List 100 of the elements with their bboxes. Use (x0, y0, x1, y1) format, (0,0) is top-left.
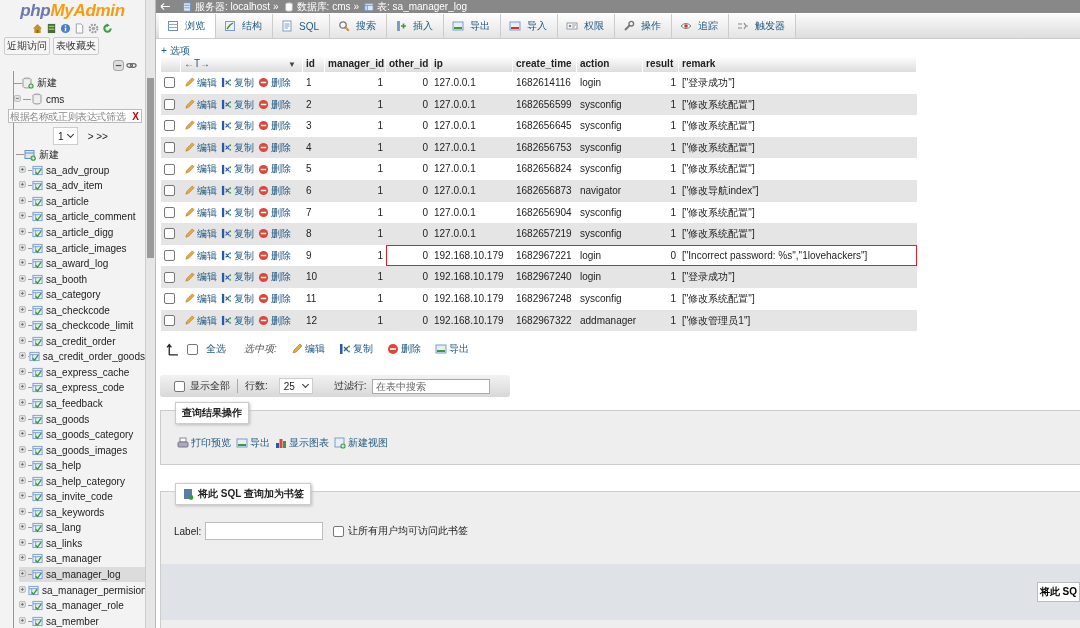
tree-item[interactable]: sa_article_digg (46, 227, 114, 238)
scrollbar[interactable] (145, 0, 156, 628)
table-icon[interactable] (32, 382, 43, 394)
action-link[interactable]: 复制 (234, 179, 254, 202)
tab[interactable]: 浏览 (159, 14, 216, 38)
table-icon[interactable] (32, 522, 43, 534)
pencil-icon[interactable] (184, 142, 195, 154)
tree-item[interactable]: sa_manager (46, 553, 102, 565)
delete-icon[interactable] (258, 293, 269, 305)
row-checkbox[interactable] (164, 314, 175, 326)
tree-item[interactable]: sa_credit_order_goods (42, 351, 145, 363)
row-checkbox[interactable] (164, 120, 175, 132)
expand-icon[interactable] (19, 492, 28, 502)
tab[interactable]: 导出 (444, 14, 501, 38)
expand-icon[interactable] (19, 616, 28, 626)
copy-icon[interactable] (221, 250, 232, 262)
action-link[interactable]: 删除 (271, 158, 291, 180)
expand-icon[interactable] (19, 367, 28, 377)
expand-icon[interactable] (19, 181, 28, 191)
delete-icon[interactable] (258, 185, 269, 197)
action-link[interactable]: 删除 (271, 201, 291, 224)
action-link[interactable]: 复制 (234, 158, 254, 180)
delete-icon[interactable] (258, 120, 269, 132)
action-link[interactable]: 编辑 (197, 244, 217, 267)
tree-item[interactable]: sa_article_comment (46, 211, 136, 223)
operation-link[interactable]: 打印预览 (191, 436, 231, 451)
sidebar-tab[interactable]: 表收藏夹 (53, 37, 99, 55)
table-icon[interactable] (32, 304, 43, 316)
options-link[interactable]: + 选项 (161, 44, 1080, 56)
document-icon[interactable] (74, 23, 85, 34)
expand-icon[interactable] (19, 414, 28, 424)
delete-icon[interactable] (258, 228, 269, 240)
table-row[interactable]: 编辑 复制 删除 2 1 0 127.0.0.1 1682656599 sysconfig 1 ["修改系统配置"] (161, 93, 917, 116)
info-icon[interactable] (60, 23, 71, 34)
table-icon[interactable] (32, 242, 43, 254)
table-icon[interactable] (32, 460, 43, 472)
table-icon[interactable] (32, 320, 43, 332)
share-checkbox[interactable] (333, 525, 345, 537)
expand-icon[interactable] (19, 305, 28, 315)
tab[interactable]: SQL (273, 14, 330, 38)
pencil-icon[interactable] (184, 120, 195, 132)
tab[interactable]: 操作 (615, 14, 672, 38)
delete-icon[interactable] (386, 343, 399, 356)
action-link[interactable]: 复制 (234, 136, 254, 159)
breadcrumb-link[interactable]: 表: sa_manager_log (377, 0, 468, 14)
expand-icon[interactable] (19, 274, 28, 284)
expand-icon[interactable] (19, 243, 28, 253)
delete-icon[interactable] (258, 142, 269, 154)
expand-icon[interactable] (19, 507, 28, 517)
bulk-action-link[interactable]: 导出 (448, 342, 469, 357)
tree-item[interactable]: sa_manager_log (46, 569, 121, 581)
action-link[interactable]: 删除 (271, 266, 291, 288)
pencil-icon[interactable] (184, 293, 195, 305)
table-icon[interactable] (32, 195, 43, 207)
row-checkbox[interactable] (164, 293, 175, 305)
table-icon[interactable] (32, 537, 43, 549)
tree-item[interactable]: sa_article (46, 195, 89, 207)
copy-icon[interactable] (221, 120, 232, 132)
action-link[interactable]: 编辑 (197, 72, 217, 94)
export-icon[interactable] (236, 437, 248, 450)
table-icon[interactable] (32, 164, 43, 176)
next-page-link[interactable]: > >> (87, 130, 108, 142)
action-link[interactable]: 复制 (234, 287, 254, 310)
tree-item[interactable]: sa_express_code (46, 382, 125, 394)
action-link[interactable]: 编辑 (197, 136, 217, 159)
column-header[interactable]: ip (431, 56, 513, 72)
link-icon[interactable] (126, 60, 137, 71)
tree-item[interactable]: sa_help_category (46, 475, 125, 487)
action-link[interactable]: 编辑 (197, 179, 217, 202)
table-icon[interactable] (32, 506, 43, 518)
copy-icon[interactable] (221, 77, 232, 89)
expand-icon[interactable] (19, 445, 28, 455)
table-icon[interactable] (32, 335, 43, 347)
table-icon[interactable] (32, 366, 43, 378)
expand-icon[interactable] (19, 196, 28, 206)
home-icon[interactable] (32, 23, 43, 34)
expand-icon[interactable] (19, 461, 28, 471)
collapse-icon[interactable] (14, 94, 23, 104)
tree-item[interactable]: sa_adv_item (46, 180, 103, 192)
bulk-action-link[interactable]: 删除 (400, 342, 421, 357)
action-link[interactable]: 复制 (234, 309, 254, 332)
table-icon[interactable] (32, 475, 43, 487)
action-link[interactable]: 编辑 (197, 93, 217, 116)
table-icon[interactable] (28, 584, 39, 596)
table-icon[interactable] (32, 413, 43, 425)
table-icon[interactable] (32, 273, 43, 285)
row-checkbox[interactable] (164, 250, 175, 262)
expand-icon[interactable] (19, 352, 28, 362)
delete-icon[interactable] (258, 98, 269, 110)
breadcrumb-link[interactable]: 服务器: localhost (195, 0, 271, 14)
table-row[interactable]: 编辑 复制 删除 8 1 0 127.0.0.1 1682657219 sysconfig 1 ["修改系统配置"] (161, 223, 917, 245)
row-checkbox[interactable] (164, 163, 175, 175)
copy-icon[interactable] (221, 185, 232, 197)
action-link[interactable]: 复制 (234, 266, 254, 288)
tree-item[interactable]: sa_express_cache (46, 366, 130, 378)
show-all-checkbox[interactable] (174, 380, 185, 392)
pencil-icon[interactable] (184, 163, 195, 175)
expand-icon[interactable] (19, 399, 28, 408)
table-icon[interactable] (32, 491, 43, 503)
pencil-icon[interactable] (184, 250, 195, 262)
